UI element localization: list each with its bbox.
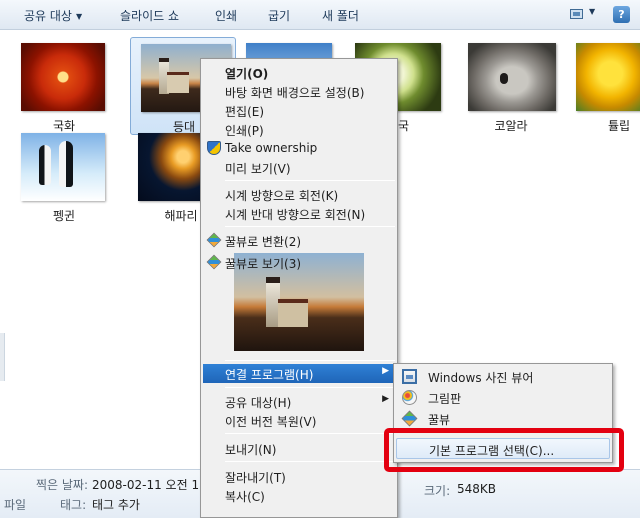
submenu-item-label: 그림판: [428, 392, 462, 406]
menu-separator: [225, 461, 395, 462]
menu-separator: [225, 387, 395, 388]
thumbnail-item[interactable]: 튤립: [566, 37, 640, 135]
menu-item-label: Take ownership: [225, 141, 318, 155]
tags-label: 태그:: [60, 498, 87, 512]
menu-item-label: 편집(E): [225, 105, 265, 119]
help-button[interactable]: ?: [613, 6, 630, 23]
menu-item-take-ownership[interactable]: Take ownership: [203, 139, 395, 158]
menu-item-label: 연결 프로그램(H): [225, 368, 314, 382]
menu-item-label: 열기(O): [225, 67, 269, 81]
menu-item-preview[interactable]: 미리 보기(V): [203, 158, 395, 177]
menu-item-label: 시계 반대 방향으로 회전(N): [225, 208, 366, 222]
uac-shield-icon: [207, 141, 221, 155]
menu-item-cut[interactable]: 잘라내기(T): [203, 467, 395, 486]
photo-thumbnail: [21, 43, 105, 111]
submenu-item-honeyview[interactable]: 꿀뷰: [396, 408, 610, 429]
menu-item-label: 공유 대상(H): [225, 396, 292, 410]
menu-item-label: 시계 방향으로 회전(K): [225, 189, 339, 203]
honeyview-icon: [401, 410, 418, 427]
share-with-button[interactable]: 공유 대상 ▼: [24, 7, 82, 24]
submenu-item-paint[interactable]: 그림판: [396, 387, 610, 408]
menu-separator: [225, 433, 395, 434]
slideshow-button[interactable]: 슬라이드 쇼: [120, 7, 179, 24]
date-taken-label: 찍은 날짜:: [36, 478, 89, 492]
command-bar: 공유 대상 ▼ 슬라이드 쇼 인쇄 굽기 새 폴더 ▼ ?: [0, 0, 640, 30]
thumbnail-caption: 튤립: [607, 119, 631, 133]
print-button[interactable]: 인쇄: [215, 7, 237, 24]
menu-item-print[interactable]: 인쇄(P): [203, 120, 395, 139]
menu-item-label: 복사(C): [225, 490, 265, 504]
highlight-callout-box: [384, 428, 624, 472]
menu-item-view-honeyview[interactable]: 꿀뷰로 보기(3): [203, 253, 395, 272]
share-with-label: 공유 대상: [24, 9, 72, 23]
menu-item-label: 보내기(N): [225, 443, 277, 457]
menu-item-share-with[interactable]: 공유 대상(H) ▶: [203, 392, 395, 411]
submenu-arrow-icon: ▶: [382, 394, 389, 404]
menu-item-rotate-clockwise[interactable]: 시계 방향으로 회전(K): [203, 185, 395, 204]
menu-separator: [225, 360, 395, 361]
menu-item-open-with[interactable]: 연결 프로그램(H) ▶: [203, 364, 395, 383]
menu-item-copy[interactable]: 복사(C): [203, 486, 395, 505]
menu-item-open[interactable]: 열기(O): [203, 63, 395, 82]
date-taken-value: 2008-02-11 오전 11: [92, 478, 207, 492]
new-folder-button[interactable]: 새 폴더: [322, 7, 359, 24]
menu-separator: [225, 226, 395, 227]
tags-field[interactable]: 태그 추가: [92, 496, 140, 513]
menu-item-send-to[interactable]: 보내기(N): [203, 439, 395, 458]
menu-item-set-desktop-background[interactable]: 바탕 화면 배경으로 설정(B): [203, 82, 395, 101]
submenu-arrow-icon: ▶: [382, 366, 389, 376]
menu-item-label: 미리 보기(V): [225, 162, 291, 176]
chevron-down-icon: ▼: [75, 12, 83, 21]
thumbnail-item[interactable]: 국화: [11, 37, 117, 135]
honeyview-icon: [206, 232, 222, 248]
change-view-button[interactable]: ▼: [568, 7, 598, 23]
menu-item-restore-previous-versions[interactable]: 이전 버전 복원(V): [203, 411, 395, 430]
paint-icon: [402, 390, 417, 405]
menu-item-rotate-counterclockwise[interactable]: 시계 반대 방향으로 회전(N): [203, 204, 395, 223]
menu-item-edit[interactable]: 편집(E): [203, 101, 395, 120]
thumbnail-item[interactable]: 코알라: [458, 37, 564, 135]
context-menu: 열기(O) 바탕 화면 배경으로 설정(B) 편집(E) 인쇄(P) Take …: [200, 58, 398, 518]
navigation-pane-edge: [0, 333, 5, 381]
honeyview-icon: [206, 254, 222, 270]
menu-item-label: 꿀뷰로 변환(2): [225, 235, 302, 249]
menu-item-label: 인쇄(P): [225, 124, 264, 138]
chevron-down-icon: ▼: [589, 7, 596, 16]
menu-item-label: 이전 버전 복원(V): [225, 415, 317, 429]
photo-thumbnail: [468, 43, 556, 111]
thumbnail-item[interactable]: 펭귄: [11, 127, 117, 225]
menu-item-label: 잘라내기(T): [225, 471, 286, 485]
photo-thumbnail: [21, 133, 105, 201]
view-icon: [570, 9, 583, 19]
burn-button[interactable]: 굽기: [268, 7, 290, 24]
thumbnail-caption: 코알라: [494, 119, 528, 133]
file-type-label: 파일: [4, 498, 27, 512]
photo-thumbnail: [576, 43, 640, 111]
photo-viewer-icon: [402, 369, 417, 384]
help-icon: ?: [618, 8, 625, 21]
menu-item-convert-honeyview[interactable]: 꿀뷰로 변환(2): [203, 231, 395, 250]
submenu-item-windows-photo-viewer[interactable]: Windows 사진 뷰어: [396, 366, 610, 387]
thumbnail-caption: 펭귄: [52, 209, 76, 223]
menu-item-label: 바탕 화면 배경으로 설정(B): [225, 86, 365, 100]
submenu-item-label: Windows 사진 뷰어: [428, 371, 534, 385]
menu-separator: [225, 180, 395, 181]
size-value: 548KB: [457, 482, 497, 496]
size-label: 크기:: [424, 484, 451, 498]
submenu-item-label: 꿀뷰: [428, 413, 451, 427]
menu-item-label: 꿀뷰로 보기(3): [225, 257, 302, 271]
